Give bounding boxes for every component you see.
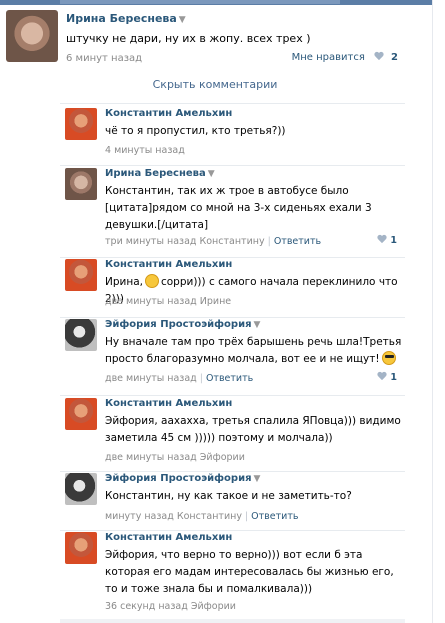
- like-count: 1: [390, 372, 397, 383]
- comment-time[interactable]: две минуты назад: [105, 452, 197, 463]
- avatar[interactable]: [65, 532, 97, 564]
- avatar[interactable]: [65, 259, 97, 291]
- cool-emoji: [381, 351, 396, 365]
- comment-text: Константин, ну как такое и не заметить-т…: [105, 490, 352, 502]
- avatar[interactable]: [65, 398, 97, 430]
- comment-time[interactable]: три минуты назад: [105, 236, 196, 247]
- avatar[interactable]: [65, 319, 97, 351]
- heart-icon[interactable]: [377, 372, 387, 381]
- comment-author-name[interactable]: Эйфория Простоэйфория: [105, 473, 252, 484]
- comment-time[interactable]: минуту назад: [105, 511, 174, 522]
- reply-button[interactable]: Ответить: [251, 511, 298, 522]
- post-author-name[interactable]: Ирина Береснева: [66, 12, 177, 25]
- comment-author[interactable]: Эйфория Простоэйфория ▼: [105, 319, 260, 330]
- reply-to[interactable]: Ирине: [200, 296, 231, 307]
- comment-time[interactable]: две минуты назад: [105, 373, 197, 384]
- triangle-down-icon[interactable]: ▼: [254, 320, 261, 330]
- comment-text: чё то я пропустил, кто третья?)): [105, 125, 286, 137]
- comment-author[interactable]: Ирина Береснева ▼: [105, 168, 215, 179]
- heart-icon[interactable]: [374, 52, 384, 61]
- comment-author-name[interactable]: Эйфория Простоэйфория: [105, 319, 252, 330]
- divider: [60, 530, 405, 531]
- comment-meta: три минуты назад Константину | Ответить: [105, 236, 321, 247]
- triangle-down-icon[interactable]: ▼: [179, 15, 186, 25]
- reply-to[interactable]: Эйфории: [191, 601, 236, 612]
- top-bar-accent: [60, 0, 340, 4]
- comment-time[interactable]: две минуты назад: [105, 296, 197, 307]
- like-label[interactable]: Мне нравится: [292, 52, 365, 63]
- like-count: 2: [391, 52, 398, 63]
- avatar[interactable]: [6, 10, 58, 62]
- post-author[interactable]: Ирина Береснева ▼: [66, 12, 186, 25]
- comment-author[interactable]: Константин Амельхин: [105, 259, 232, 270]
- like-count: 1: [390, 235, 397, 246]
- separator: |: [199, 373, 203, 384]
- reply-to[interactable]: Эйфории: [200, 452, 245, 463]
- comment-text: Эйфория, аахахха, третья спалила ЯПовца)…: [105, 415, 401, 444]
- comments-feed: Ирина Береснева ▼ штучку не дари, ну их в…: [0, 5, 430, 623]
- divider: [60, 165, 405, 166]
- separator: |: [244, 511, 249, 522]
- divider: [60, 395, 405, 396]
- post-time[interactable]: 6 минут назад: [66, 53, 142, 64]
- reply-button[interactable]: Ответить: [206, 373, 253, 384]
- post-text: штучку не дари, ну их в жопу. всех трех …: [66, 32, 311, 45]
- reply-to[interactable]: Константину: [177, 511, 242, 522]
- comment-meta: минуту назад Константину | Ответить: [105, 511, 298, 522]
- divider: [60, 103, 405, 104]
- triangle-down-icon[interactable]: ▼: [208, 169, 215, 179]
- divider: [60, 471, 405, 472]
- comment-author[interactable]: Константин Амельхин: [105, 108, 232, 119]
- comment-meta: две минуты назад Ирине: [105, 296, 231, 307]
- reply-button[interactable]: Ответить: [274, 236, 321, 247]
- divider: [60, 257, 405, 258]
- comment-text: Константин, так их ж трое в автобусе был…: [105, 185, 372, 231]
- comment-author[interactable]: Константин Амельхин: [105, 398, 232, 409]
- comment-meta: 4 минуты назад: [105, 145, 185, 156]
- scrollbar[interactable]: [432, 0, 445, 623]
- reply-to[interactable]: Константину: [200, 236, 265, 247]
- hide-comments-link[interactable]: Скрыть комментарии: [0, 78, 430, 91]
- divider: [60, 317, 405, 318]
- comment-author[interactable]: Константин Амельхин: [105, 532, 232, 543]
- comment-like-button[interactable]: 1: [377, 235, 397, 246]
- avatar[interactable]: [65, 473, 97, 505]
- avatar[interactable]: [65, 168, 97, 200]
- comment-like-button[interactable]: 1: [377, 372, 397, 383]
- comment-meta: две минуты назад Эйфории: [105, 452, 245, 463]
- separator: |: [267, 236, 271, 247]
- comment-text-start: Ирина,: [105, 276, 143, 288]
- avatar[interactable]: [65, 108, 97, 140]
- comment-text-body: Ну вначале там про трёх барышень речь шл…: [105, 336, 402, 365]
- comment-time[interactable]: 36 секунд назад: [105, 601, 188, 612]
- comment-meta: две минуты назад | Ответить: [105, 373, 253, 384]
- comment-time[interactable]: 4 минуты назад: [105, 145, 185, 156]
- like-button[interactable]: Мне нравится 2: [292, 52, 398, 63]
- comment-author-name[interactable]: Ирина Береснева: [105, 168, 206, 179]
- comment-text: Эйфория, что верно то верно))) вот если …: [105, 549, 394, 595]
- comment-meta: 36 секунд назад Эйфории: [105, 601, 236, 612]
- comment-input-area[interactable]: [60, 619, 405, 623]
- smile-emoji: [144, 274, 159, 288]
- comment-author[interactable]: Эйфория Простоэйфория ▼: [105, 473, 260, 484]
- comment-text: Ну вначале там про трёх барышень речь шл…: [105, 334, 405, 368]
- heart-icon[interactable]: [377, 235, 387, 244]
- triangle-down-icon[interactable]: ▼: [254, 474, 261, 484]
